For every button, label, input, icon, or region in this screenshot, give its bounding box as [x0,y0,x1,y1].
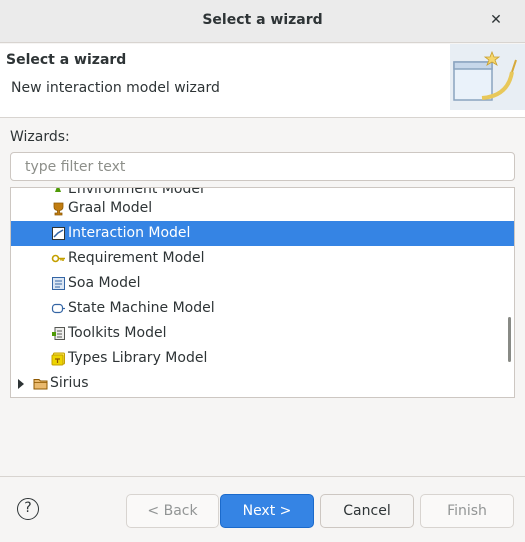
button-bar-divider [0,476,525,477]
interaction-model-icon [52,227,65,240]
state-machine-model-icon [51,303,65,314]
tree-item-types-library-model[interactable]: Types Library Model [11,346,514,371]
cancel-button[interactable]: Cancel [320,494,414,528]
finish-button[interactable]: Finish [420,494,514,528]
tree-item-label: Requirement Model [68,250,205,266]
wizard-banner: Select a wizard New interaction model wi… [0,44,525,118]
banner-description: New interaction model wizard [11,80,220,96]
filter-input[interactable] [10,152,515,181]
tree-item-graal-model[interactable]: Graal Model [11,196,514,221]
tree-item-sirius[interactable]: Sirius [11,371,514,396]
types-library-model-icon [51,352,65,366]
tree-item-requirement-model[interactable]: Requirement Model [11,246,514,271]
wizard-tree[interactable]: Environment Model Graal Model Interactio… [10,187,515,398]
folder-icon [33,379,48,390]
expand-arrow-icon[interactable] [18,379,24,389]
wizard-banner-icon [450,44,525,110]
tree-item-label: Toolkits Model [68,325,167,341]
next-button[interactable]: Next > [220,494,314,528]
requirement-model-icon [51,254,65,263]
tree-item-interaction-model[interactable]: Interaction Model [11,221,514,246]
tree-item-state-machine-model[interactable]: State Machine Model [11,296,514,321]
soa-model-icon [52,277,65,290]
tree-item-label: Interaction Model [68,225,191,241]
window-title: Select a wizard [202,12,323,28]
tree-item-label: Sirius [50,375,89,391]
graal-model-icon [53,202,64,216]
toolkits-model-icon [52,327,65,340]
back-button[interactable]: < Back [126,494,219,528]
tree-item-label: State Machine Model [68,300,215,316]
tree-scrollbar[interactable] [508,317,511,362]
title-bar: Select a wizard ✕ [0,0,525,43]
wizards-label: Wizards: [10,129,70,145]
tree-item-soa-model[interactable]: Soa Model [11,271,514,296]
tree-item-label: Graal Model [68,200,153,216]
tree-item-toolkits-model[interactable]: Toolkits Model [11,321,514,346]
tree-item-label: Types Library Model [68,350,208,366]
banner-heading: Select a wizard [6,52,127,68]
close-icon[interactable]: ✕ [487,11,505,29]
help-icon[interactable]: ? [17,498,39,520]
tree-item-label: Soa Model [68,275,141,291]
